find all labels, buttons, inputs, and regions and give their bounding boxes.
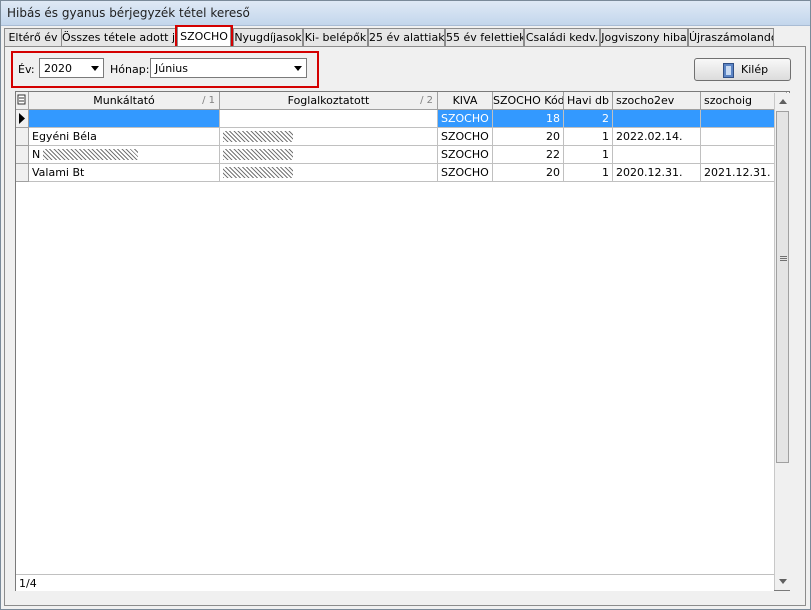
vertical-scrollbar[interactable]: [774, 93, 791, 590]
cell-kiva[interactable]: SZOCHO: [438, 164, 493, 182]
tab-nyugdijasok[interactable]: Nyugdíjasok: [233, 28, 303, 46]
cell-munkaltato[interactable]: Valami Bt: [29, 164, 220, 182]
cell-szocho2ev[interactable]: 2022.02.14.: [613, 128, 701, 146]
scroll-thumb[interactable]: [776, 111, 789, 463]
cell-havi-db[interactable]: 2: [564, 110, 613, 128]
exit-button-label: Kilép: [741, 63, 769, 76]
cell-szocho2ev[interactable]: 2020.12.31.: [613, 164, 701, 182]
col-header-munkaltato[interactable]: Munkáltató/ 1: [29, 92, 220, 110]
tab-jogviszony-hiba[interactable]: Jogviszony hiba: [600, 28, 688, 46]
redacted-name: [223, 167, 293, 178]
month-value: Június: [155, 62, 188, 75]
tab-25-ev-alattiak[interactable]: 25 év alattiak: [368, 28, 445, 46]
row-indicator[interactable]: [16, 128, 29, 146]
grip-icon: [780, 256, 787, 257]
title-bar: Hibás és gyanus bérjegyzék tétel kereső: [1, 1, 810, 26]
cell-havi-db[interactable]: 1: [564, 164, 613, 182]
chevron-down-icon: [294, 66, 302, 71]
cell-foglalkoztatott[interactable]: [220, 110, 438, 128]
tab-55-ev-felettiek[interactable]: 55 év felettiek: [445, 28, 524, 46]
tab-elteroev[interactable]: Eltérő év: [4, 28, 62, 46]
col-header-kiva[interactable]: KIVA: [438, 92, 493, 110]
cell-kiva[interactable]: SZOCHO: [438, 128, 493, 146]
row-indicator[interactable]: [16, 146, 29, 164]
door-exit-icon: [723, 63, 734, 78]
cell-munkaltato[interactable]: N: [29, 146, 220, 164]
cell-szocho-kod[interactable]: 20: [493, 128, 564, 146]
year-select[interactable]: 2020: [39, 58, 104, 78]
redacted-name: [223, 149, 293, 160]
tab-ujraszamolando[interactable]: Újraszámolandó: [688, 28, 774, 46]
row-indicator[interactable]: [16, 164, 29, 182]
cell-szocho-kod[interactable]: 18: [493, 110, 564, 128]
cell-foglalkoztatott[interactable]: [220, 164, 438, 182]
data-grid: Munkáltató/ 1 Foglalkoztatott/ 2 KIVA SZ…: [15, 91, 790, 591]
redacted-name: [43, 149, 138, 160]
window-title: Hibás és gyanus bérjegyzék tétel kereső: [7, 6, 250, 20]
redacted-name: [223, 131, 293, 142]
cell-kiva[interactable]: SZOCHO: [438, 146, 493, 164]
cell-szocho-kod[interactable]: 22: [493, 146, 564, 164]
scroll-up-icon[interactable]: [779, 99, 787, 104]
col-header-szocho-kod[interactable]: SZOCHO Kód: [493, 92, 564, 110]
cell-havi-db[interactable]: 1: [564, 128, 613, 146]
cell-kiva[interactable]: SZOCHO: [438, 110, 493, 128]
cell-foglalkoztatott[interactable]: [220, 128, 438, 146]
scroll-down-icon[interactable]: [779, 579, 787, 584]
tab-csaladi-kedv[interactable]: Családi kedv.: [524, 28, 600, 46]
row-indicator[interactable]: [16, 110, 29, 128]
col-header-foglalkoztatott[interactable]: Foglalkoztatott/ 2: [220, 92, 438, 110]
cell-szocho2ev[interactable]: [613, 110, 701, 128]
exit-button[interactable]: Kilép: [694, 58, 791, 81]
cell-munkaltato[interactable]: Egyéni Béla: [29, 128, 220, 146]
tab-ki-belepok[interactable]: Ki- belépők: [303, 28, 368, 46]
grid-status-bar: 1/4: [16, 574, 774, 591]
cell-munkaltato[interactable]: [29, 110, 220, 128]
cell-szocho-kod[interactable]: 20: [493, 164, 564, 182]
cell-szocho2ev[interactable]: [613, 146, 701, 164]
year-value: 2020: [44, 62, 72, 75]
col-header-havi-db[interactable]: Havi db: [564, 92, 613, 110]
grid-corner-icon[interactable]: [16, 92, 29, 110]
month-label: Hónap:: [110, 63, 150, 76]
cell-havi-db[interactable]: 1: [564, 146, 613, 164]
month-select[interactable]: Június: [150, 58, 307, 78]
year-label: Év:: [18, 63, 35, 76]
main-window: Hibás és gyanus bérjegyzék tétel kereső …: [0, 0, 811, 610]
record-counter: 1/4: [19, 577, 37, 590]
tab-osszes-tetele[interactable]: Összes tétele adott jc: [61, 28, 176, 46]
col-header-szocho2ev[interactable]: szocho2ev: [613, 92, 701, 110]
chevron-down-icon: [91, 66, 99, 71]
cell-foglalkoztatott[interactable]: [220, 146, 438, 164]
